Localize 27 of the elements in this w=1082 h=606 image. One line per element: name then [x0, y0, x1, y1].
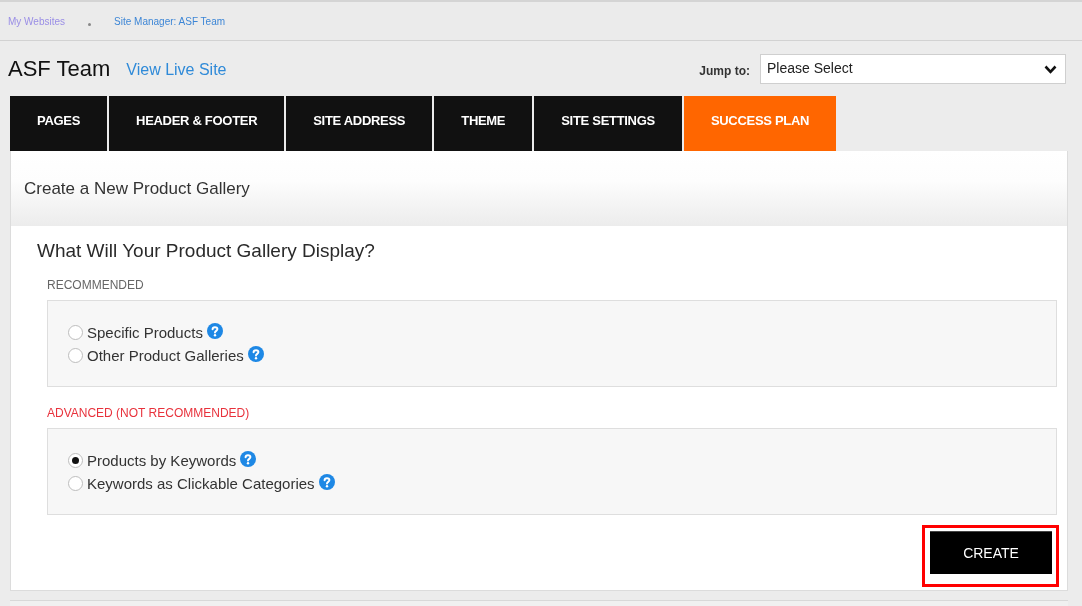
- create-button[interactable]: CREATE: [930, 531, 1052, 574]
- nav-tab[interactable]: HEADER & FOOTER: [109, 96, 285, 151]
- section-heading: What Will Your Product Gallery Display?: [37, 239, 375, 263]
- nav-tab[interactable]: SITE SETTINGS: [534, 96, 682, 151]
- site-title: ASF Team: [8, 55, 111, 82]
- radio-button[interactable]: [68, 476, 83, 491]
- separator-dot-icon: [88, 22, 92, 26]
- jump-to-label: Jump to:: [699, 63, 750, 78]
- nav-tab[interactable]: PAGES: [10, 96, 108, 151]
- panel-title: Create a New Product Gallery: [24, 178, 250, 199]
- help-icon[interactable]: [318, 474, 335, 490]
- radio-button[interactable]: [68, 453, 83, 468]
- group-label: RECOMMENDED: [47, 277, 144, 293]
- help-icon[interactable]: [240, 451, 257, 467]
- radio-button[interactable]: [68, 325, 83, 340]
- option-label[interactable]: Other Product Galleries: [87, 347, 244, 364]
- option-label[interactable]: Specific Products: [87, 324, 203, 341]
- nav-tab[interactable]: THEME: [434, 96, 533, 151]
- nav-tab[interactable]: SITE ADDRESS: [286, 96, 433, 151]
- help-icon[interactable]: [247, 346, 264, 362]
- help-icon[interactable]: [206, 323, 223, 339]
- group-label: ADVANCED (NOT RECOMMENDED): [47, 405, 250, 421]
- chevron-down-icon: [1044, 64, 1057, 74]
- option-label[interactable]: Keywords as Clickable Categories: [87, 475, 315, 492]
- option-label[interactable]: Products by Keywords: [87, 452, 237, 469]
- jump-to-dropdown[interactable]: Please Select: [760, 53, 1066, 84]
- radio-button[interactable]: [68, 348, 83, 363]
